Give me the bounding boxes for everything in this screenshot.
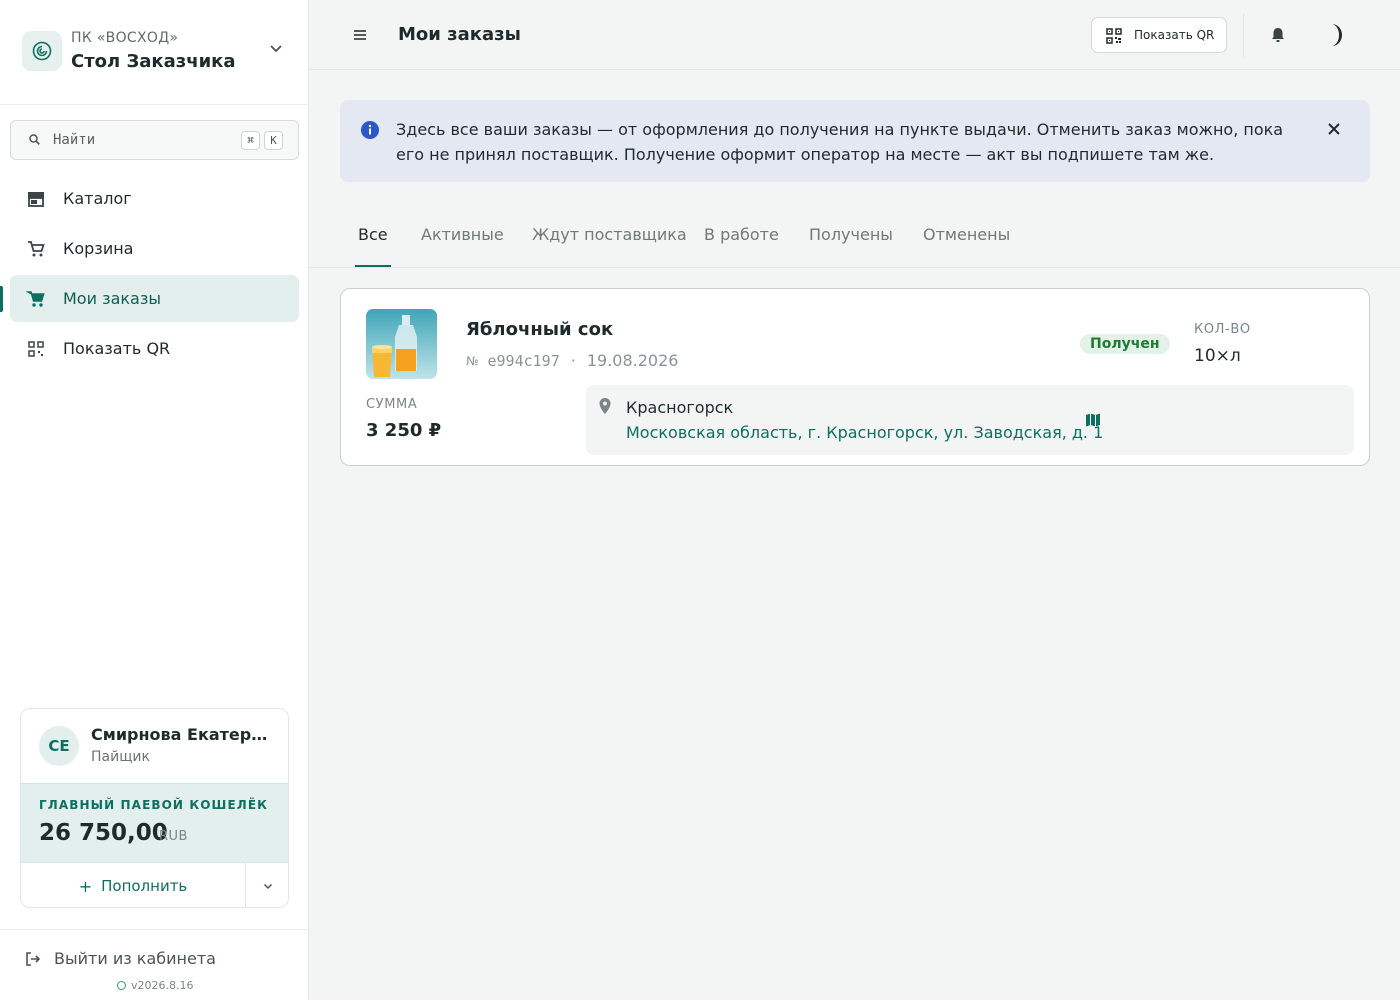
pickup-point: Красногорск Московская область, г. Красн… bbox=[586, 385, 1354, 455]
bell-icon[interactable] bbox=[1270, 26, 1286, 44]
sidebar-item-label: Мои заказы bbox=[63, 289, 161, 308]
banner-text: Здесь все ваши заказы — от оформления до… bbox=[396, 120, 1284, 164]
shortcut-k-key: K bbox=[264, 131, 283, 150]
cart-icon bbox=[28, 241, 45, 257]
number-sign: № bbox=[466, 353, 479, 368]
qr-icon bbox=[1106, 28, 1122, 44]
plus-icon: + bbox=[78, 876, 93, 896]
topup-options-button[interactable] bbox=[245, 863, 288, 907]
meta-separator: · bbox=[570, 351, 576, 370]
juice-photo-icon bbox=[366, 309, 437, 379]
map-pin-icon bbox=[599, 398, 611, 414]
header-divider bbox=[1243, 13, 1244, 57]
search-box[interactable]: ⌘ K bbox=[10, 120, 299, 160]
version-label: v2026.8.16 bbox=[131, 979, 194, 992]
pickup-city: Красногорск bbox=[626, 398, 734, 417]
order-date: 19.08.2026 bbox=[586, 351, 679, 370]
top-bar: Мои заказы Показать QR bbox=[309, 0, 1400, 70]
sidebar-item-show-qr[interactable]: Показать QR bbox=[10, 325, 299, 372]
wallet-amount: 26 750,00 bbox=[39, 820, 168, 846]
shortcut-mod-key: ⌘ bbox=[241, 131, 260, 150]
active-indicator bbox=[0, 286, 3, 312]
store-icon bbox=[28, 192, 44, 207]
tab-awaiting-supplier[interactable]: Ждут поставщика bbox=[532, 225, 687, 267]
info-banner: Здесь все ваши заказы — от оформления до… bbox=[340, 100, 1370, 182]
pickup-address-link[interactable]: Московская область, г. Красногорск, ул. … bbox=[626, 423, 1103, 442]
user-name: Смирнова Екатерина bbox=[91, 725, 276, 744]
sum-value: 3 250 ₽ bbox=[366, 420, 442, 441]
avatar: СЕ bbox=[39, 726, 79, 766]
info-icon bbox=[361, 121, 379, 139]
sidebar-item-label: Каталог bbox=[63, 189, 132, 208]
quantity-label: КОЛ-ВО bbox=[1194, 322, 1251, 337]
sum-label: СУММА bbox=[366, 397, 418, 412]
order-tabs: Все Активные Ждут поставщика В работе По… bbox=[309, 200, 1400, 268]
sidebar-item-my-orders[interactable]: Мои заказы bbox=[10, 275, 299, 322]
wallet-currency: RUB bbox=[159, 829, 188, 844]
wallet-panel: ГЛАВНЫЙ ПАЕВОЙ КОШЕЛЁК 26 750,00 RUB bbox=[21, 783, 288, 863]
tab-active-indicator bbox=[355, 265, 391, 267]
chevron-down-icon bbox=[263, 883, 273, 890]
brand-subtitle: ПК «ВОСХОД» bbox=[71, 30, 179, 46]
page-title: Мои заказы bbox=[398, 24, 521, 45]
search-icon bbox=[29, 134, 40, 145]
tab-cancelled[interactable]: Отменены bbox=[923, 225, 1010, 267]
logout-button[interactable]: Выйти из кабинета bbox=[54, 949, 216, 968]
show-qr-label: Показать QR bbox=[1134, 28, 1215, 42]
sidebar-item-label: Корзина bbox=[63, 239, 134, 258]
product-image bbox=[366, 309, 437, 379]
tab-active[interactable]: Активные bbox=[421, 225, 504, 267]
version-info: v2026.8.16 bbox=[117, 979, 194, 992]
order-meta: № e994c197 · 19.08.2026 bbox=[466, 351, 678, 370]
tab-in-progress[interactable]: В работе bbox=[704, 225, 779, 267]
menu-icon[interactable] bbox=[351, 26, 369, 44]
user-role: Пайщик bbox=[91, 749, 150, 765]
chevron-down-icon bbox=[270, 45, 282, 53]
search-input[interactable] bbox=[53, 130, 233, 150]
logout-section: Выйти из кабинета v2026.8.16 bbox=[0, 929, 309, 1000]
status-badge: Получен bbox=[1080, 334, 1170, 354]
tab-received[interactable]: Получены bbox=[809, 225, 893, 267]
brand-switcher[interactable]: ПК «ВОСХОД» Стол Заказчика bbox=[0, 0, 309, 105]
sidebar-item-catalog[interactable]: Каталог bbox=[10, 175, 299, 222]
sidebar-item-label: Показать QR bbox=[63, 339, 171, 358]
logout-icon bbox=[26, 952, 41, 966]
map-icon[interactable] bbox=[1085, 413, 1101, 427]
order-id: e994c197 bbox=[487, 351, 560, 370]
status-dot-icon bbox=[117, 981, 126, 990]
sidebar: ПК «ВОСХОД» Стол Заказчика ⌘ K Каталог bbox=[0, 0, 309, 1000]
show-qr-button[interactable]: Показать QR bbox=[1091, 17, 1227, 53]
topup-button[interactable]: + Пополнить bbox=[21, 863, 245, 907]
brand-title: Стол Заказчика bbox=[71, 51, 236, 72]
cart-filled-icon bbox=[26, 291, 45, 307]
user-card: СЕ Смирнова Екатерина Пайщик ГЛАВНЫЙ ПАЕ… bbox=[20, 708, 289, 908]
product-name: Яблочный сок bbox=[466, 319, 614, 340]
close-icon[interactable] bbox=[1325, 120, 1343, 138]
brand-logo bbox=[22, 31, 62, 71]
qr-icon bbox=[28, 341, 44, 357]
spiral-logo-icon bbox=[32, 41, 52, 61]
sidebar-item-cart[interactable]: Корзина bbox=[10, 225, 299, 272]
quantity-value: 10×л bbox=[1194, 346, 1241, 366]
order-card[interactable]: Яблочный сок № e994c197 · 19.08.2026 Пол… bbox=[340, 288, 1370, 466]
moon-icon[interactable] bbox=[1325, 22, 1349, 48]
topup-label: Пополнить bbox=[101, 877, 188, 895]
wallet-label: ГЛАВНЫЙ ПАЕВОЙ КОШЕЛЁК bbox=[39, 798, 269, 812]
tab-all[interactable]: Все bbox=[358, 225, 388, 267]
